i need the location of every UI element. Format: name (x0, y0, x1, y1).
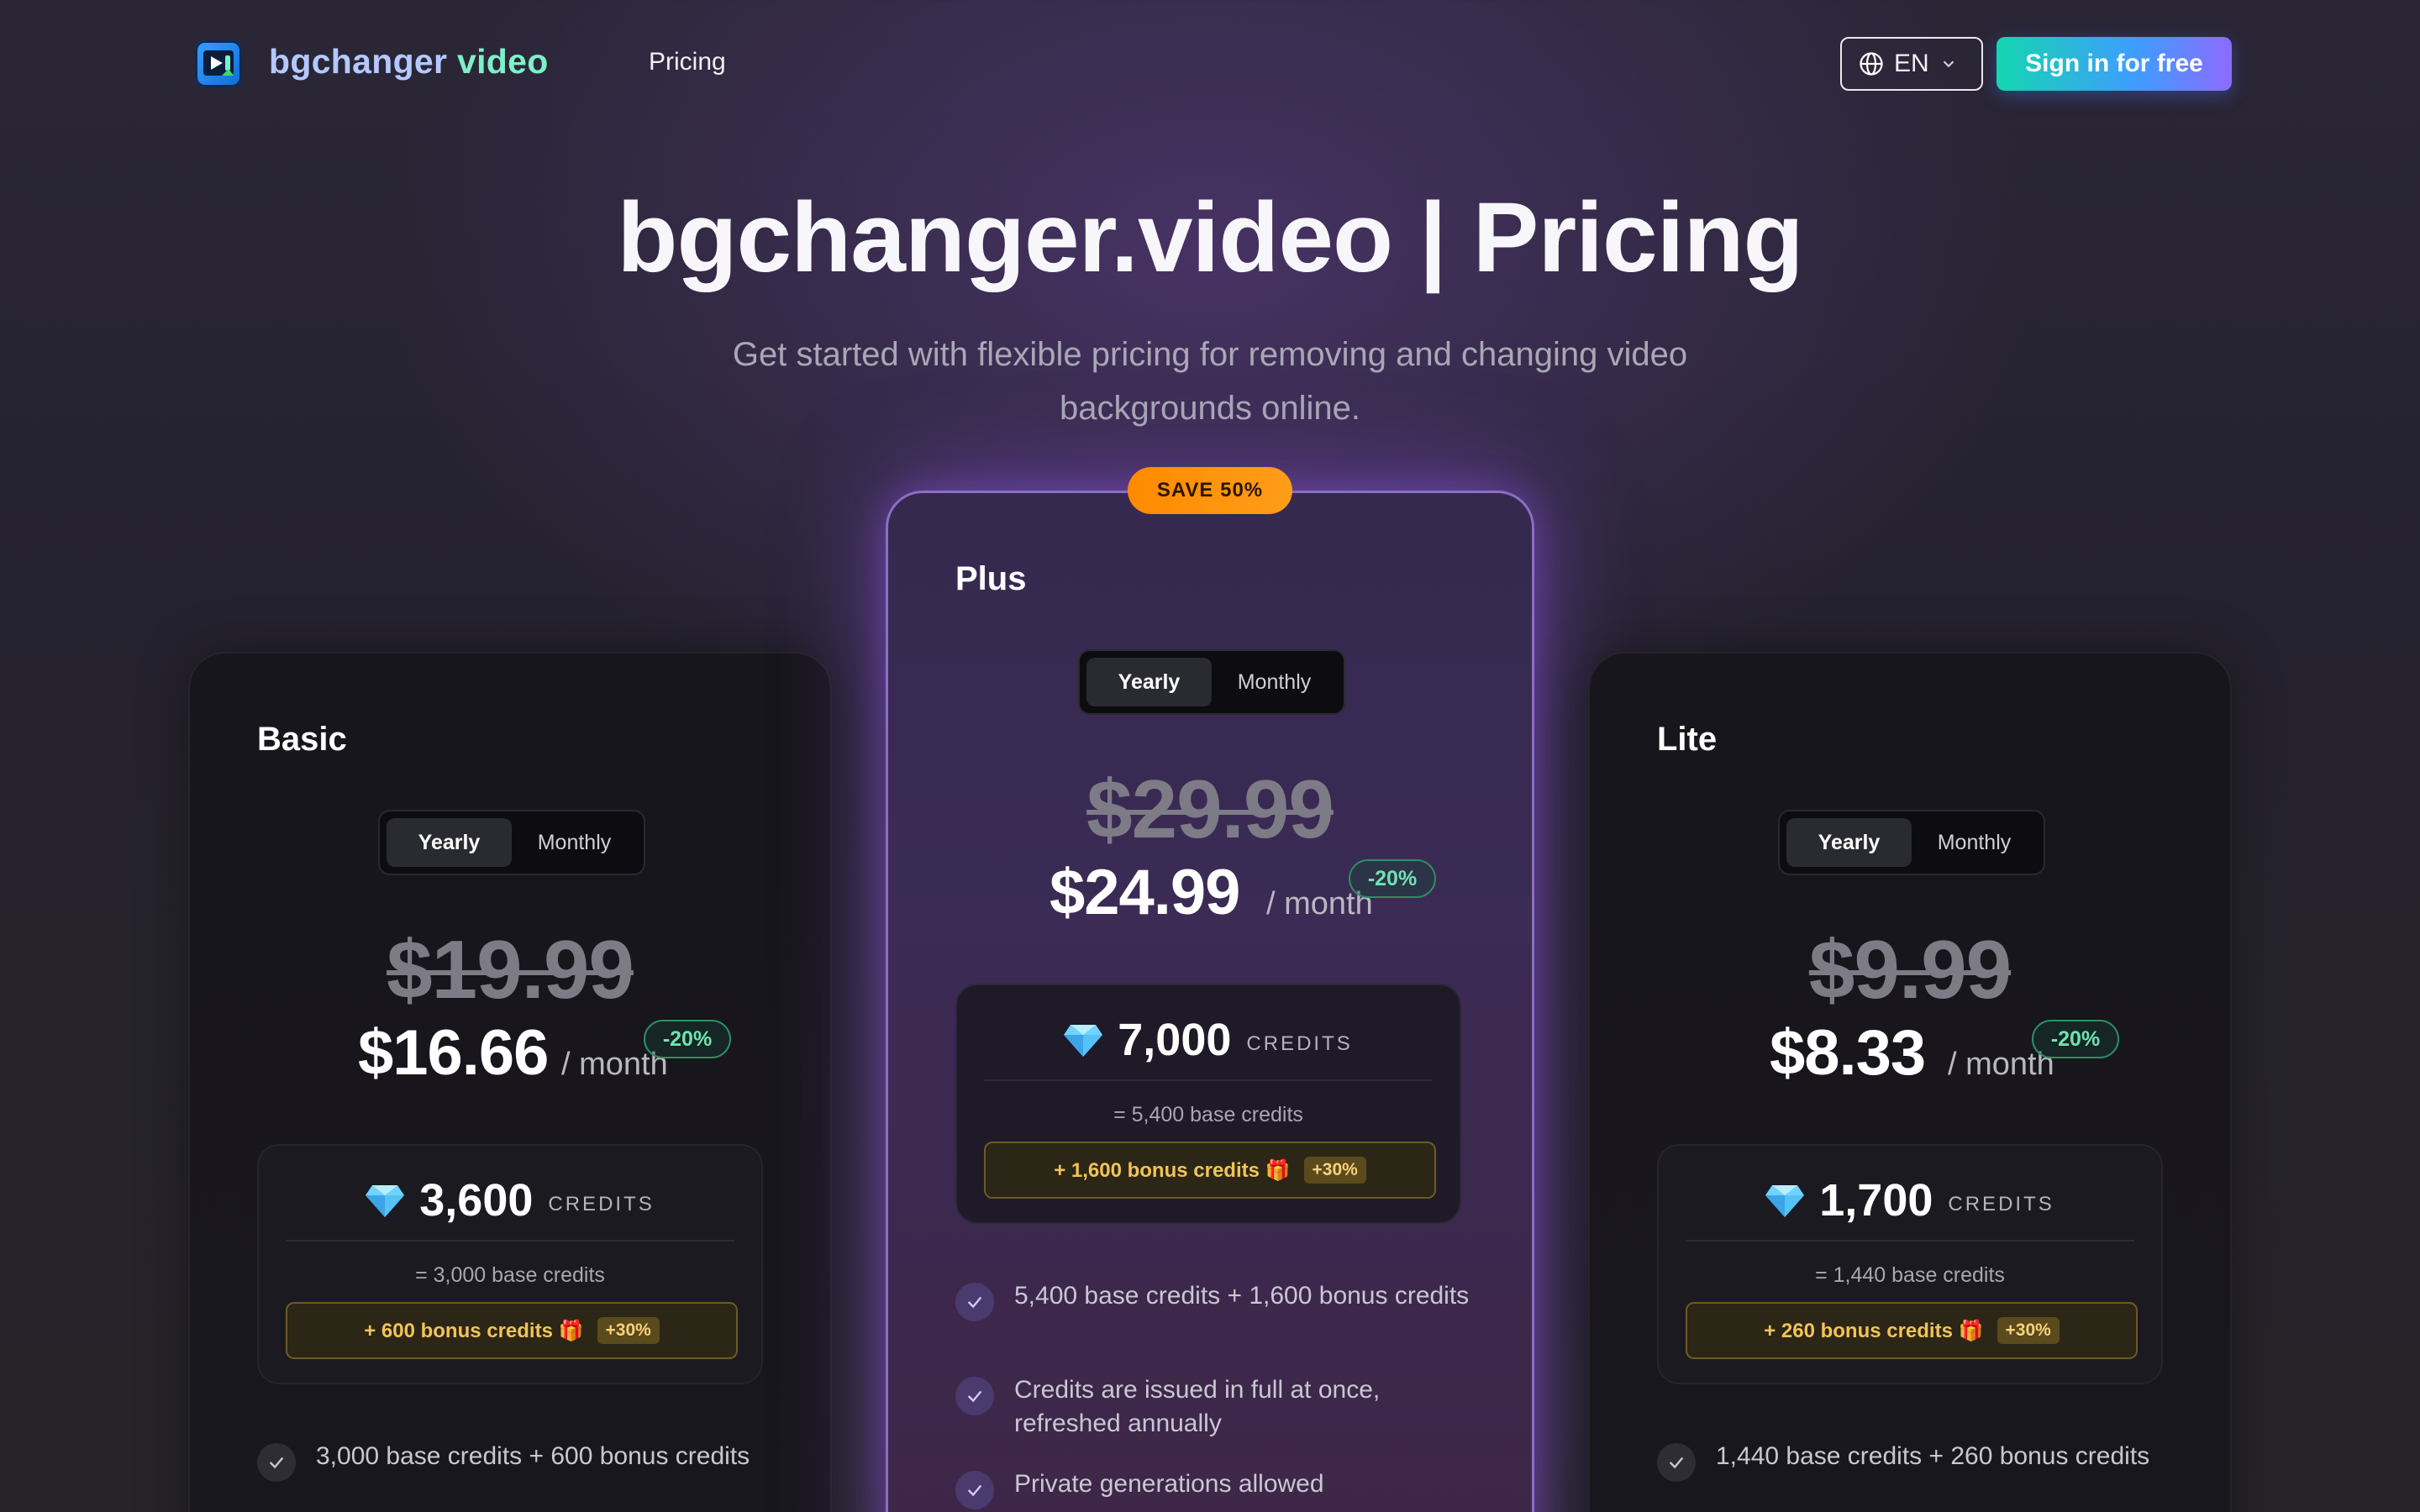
billing-toggle: Yearly Monthly (1778, 810, 2045, 875)
bonus-credits-text: + 1,600 bonus credits 🎁 (1054, 1158, 1291, 1182)
credits-label: CREDITS (1948, 1193, 2054, 1215)
discount-badge: -20% (2032, 1020, 2119, 1058)
feature-item: 5,400 base credits + 1,600 bonus credits (955, 1279, 1476, 1321)
bonus-percent-badge: +30% (1996, 1317, 2060, 1344)
base-credits: = 1,440 base credits (1815, 1263, 2005, 1287)
brand-name[interactable]: bgchanger video (269, 42, 549, 81)
credits-label: CREDITS (548, 1193, 655, 1215)
discount-badge: -20% (1349, 859, 1436, 898)
check-icon (257, 1443, 296, 1482)
bonus-percent-badge: +30% (1303, 1157, 1366, 1184)
bonus-credits: + 1,600 bonus credits 🎁 +30% (984, 1142, 1436, 1199)
language-selector[interactable]: EN (1840, 37, 1983, 91)
feature-item: 1,440 base credits + 260 bonus credits (1657, 1440, 2178, 1482)
toggle-monthly[interactable]: Monthly (512, 818, 637, 867)
feature-text: 5,400 base credits + 1,600 bonus credits (1014, 1282, 1470, 1310)
toggle-yearly[interactable]: Yearly (1086, 658, 1212, 706)
save-badge: SAVE 50% (1128, 467, 1292, 514)
plan-name: Basic (257, 721, 347, 758)
toggle-yearly[interactable]: Yearly (1786, 818, 1912, 867)
plan-card-lite: Lite Yearly Monthly $9.99 $8.33 / month … (1588, 652, 2232, 1512)
base-credits: = 5,400 base credits (1113, 1103, 1303, 1126)
current-price: $24.99 (1050, 857, 1240, 928)
current-price: $16.66 (358, 1017, 549, 1089)
check-icon (955, 1283, 994, 1321)
credits-box: 7,000 CREDITS = 5,400 base credits + 1,6… (955, 984, 1461, 1224)
base-credits: = 3,000 base credits (415, 1263, 605, 1287)
feature-text: Private generations allowed (1014, 1470, 1324, 1498)
bonus-percent-badge: +30% (597, 1317, 660, 1344)
feature-item: Credits are issued in full at once, refr… (955, 1373, 1476, 1441)
bonus-credits: + 260 bonus credits 🎁 +30% (1686, 1302, 2138, 1359)
original-price: $29.99 (1086, 763, 1334, 855)
plan-card-basic: Basic Yearly Monthly $19.99 $16.66 / mon… (188, 652, 832, 1512)
sign-in-button[interactable]: Sign in for free (1996, 37, 2232, 91)
discount-badge: -20% (644, 1020, 731, 1058)
language-label: EN (1894, 50, 1929, 77)
brand-part1: bgchanger (269, 42, 448, 81)
chevron-down-icon (1943, 60, 1954, 68)
divider (984, 1079, 1433, 1081)
billing-toggle: Yearly Monthly (378, 810, 645, 875)
feature-text: Credits are issued in full at once, refr… (1014, 1376, 1381, 1437)
bonus-credits: + 600 bonus credits 🎁 +30% (286, 1302, 738, 1359)
divider (286, 1240, 734, 1242)
original-price: $19.99 (387, 923, 634, 1016)
credits-amount: 3,600 (419, 1175, 534, 1226)
toggle-yearly[interactable]: Yearly (387, 818, 512, 867)
feature-text: 3,000 base credits + 600 bonus credits (316, 1442, 750, 1470)
check-icon (1657, 1443, 1696, 1482)
page-title: bgchanger.video | Pricing (617, 182, 1803, 293)
original-price: $9.99 (1808, 923, 2012, 1016)
feature-item: Private generations allowed (955, 1467, 1476, 1509)
brand-part2: video (457, 42, 549, 81)
feature-text: 1,440 base credits + 260 bonus credits (1716, 1442, 2150, 1470)
plan-name: Lite (1657, 721, 1718, 758)
divider (1686, 1240, 2134, 1242)
check-icon (955, 1377, 994, 1415)
toggle-monthly[interactable]: Monthly (1212, 658, 1337, 706)
globe-icon (1860, 52, 1883, 76)
page-subtitle: Get started with flexible pricing for re… (732, 336, 1688, 427)
plan-name: Plus (955, 560, 1027, 597)
diamond-icon (1064, 1025, 1103, 1057)
diamond-icon (366, 1185, 405, 1217)
current-price: $8.33 (1770, 1017, 1926, 1089)
bonus-credits-text: + 600 bonus credits 🎁 (364, 1319, 584, 1342)
credits-amount: 1,700 (1819, 1175, 1933, 1226)
credits-box: 1,700 CREDITS = 1,440 base credits + 260… (1657, 1144, 2163, 1384)
check-icon (955, 1471, 994, 1509)
credits-label: CREDITS (1246, 1032, 1353, 1055)
credits-box: 3,600 CREDITS = 3,000 base credits + 600… (257, 1144, 763, 1384)
feature-item: 3,000 base credits + 600 bonus credits (257, 1440, 778, 1482)
credits-amount: 7,000 (1118, 1015, 1232, 1065)
plan-card-plus: Plus Yearly Monthly $29.99 $24.99 / mont… (886, 491, 1534, 1512)
nav-link-pricing[interactable]: Pricing (649, 48, 726, 76)
billing-toggle: Yearly Monthly (1078, 649, 1345, 715)
bonus-credits-text: + 260 bonus credits 🎁 (1764, 1319, 1984, 1342)
diamond-icon (1765, 1185, 1805, 1217)
top-nav: bgchanger video Pricing EN Sign in for f… (0, 0, 2420, 126)
toggle-monthly[interactable]: Monthly (1912, 818, 2037, 867)
logo-icon[interactable] (195, 40, 242, 87)
